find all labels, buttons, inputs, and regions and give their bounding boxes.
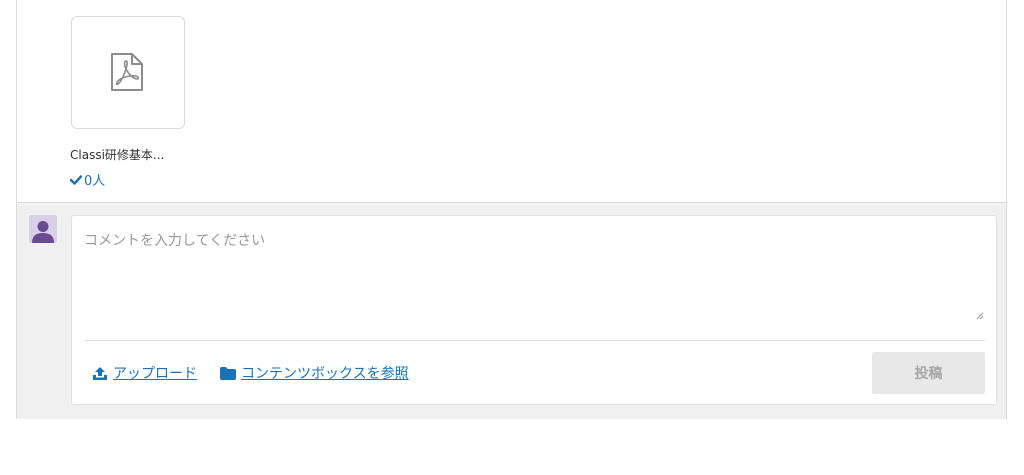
comment-form: アップロード コンテンツボックスを参照 投稿	[71, 215, 997, 405]
pdf-file-icon	[111, 53, 143, 91]
avatar	[29, 215, 57, 243]
contents-box-label[interactable]: コンテンツボックスを参照	[241, 363, 409, 383]
resize-handle-icon[interactable]	[976, 312, 984, 320]
read-count-link[interactable]: 0人	[70, 170, 105, 189]
contents-box-link[interactable]: コンテンツボックスを参照	[220, 363, 409, 383]
attachment-area: Classi研修基本... 0人	[17, 0, 1006, 203]
comment-input[interactable]	[84, 226, 984, 335]
upload-link[interactable]: アップロード	[92, 363, 197, 383]
file-name[interactable]: Classi研修基本...	[70, 146, 164, 163]
user-icon	[32, 221, 54, 243]
comment-area: アップロード コンテンツボックスを参照 投稿	[17, 203, 1006, 419]
upload-label[interactable]: アップロード	[113, 363, 197, 383]
post-card: Classi研修基本... 0人 コメントを入力してください アップロード コン…	[16, 0, 1007, 419]
folder-icon	[220, 366, 236, 380]
divider	[84, 340, 985, 341]
post-button[interactable]: 投稿	[872, 352, 985, 394]
read-count-label: 0人	[84, 174, 106, 189]
upload-icon	[93, 366, 107, 380]
check-icon	[70, 174, 82, 185]
file-thumbnail[interactable]	[71, 16, 185, 129]
